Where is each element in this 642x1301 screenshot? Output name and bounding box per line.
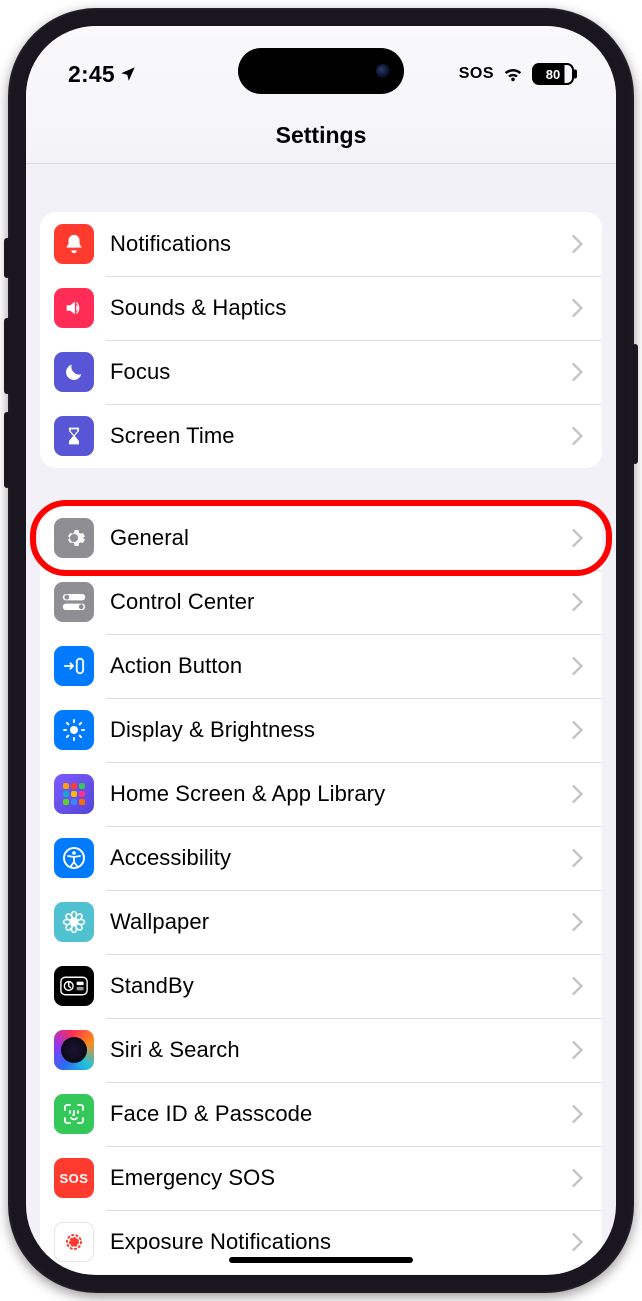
volume-up-button [4, 318, 10, 394]
row-label: Control Center [110, 589, 572, 615]
status-right: SOS 80 [459, 63, 574, 85]
row-focus[interactable]: Focus [40, 340, 602, 404]
dynamic-island [238, 48, 404, 94]
settings-group-2: General Control Center Action Button [40, 506, 602, 1274]
chevron-right-icon [572, 849, 584, 867]
row-label: Screen Time [110, 423, 572, 449]
chevron-right-icon [572, 299, 584, 317]
chevron-right-icon [572, 529, 584, 547]
sos-indicator: SOS [459, 65, 494, 83]
row-standby[interactable]: StandBy [40, 954, 602, 1018]
row-label: Display & Brightness [110, 717, 572, 743]
sos-icon: SOS [54, 1158, 94, 1198]
row-notifications[interactable]: Notifications [40, 212, 602, 276]
row-general[interactable]: General [40, 506, 602, 570]
home-indicator[interactable] [229, 1257, 413, 1263]
row-siri[interactable]: Siri & Search [40, 1018, 602, 1082]
battery-level: 80 [546, 67, 560, 82]
status-time: 2:45 [68, 61, 115, 88]
gear-icon [54, 518, 94, 558]
row-label: Notifications [110, 231, 572, 257]
chevron-right-icon [572, 235, 584, 253]
standby-icon [54, 966, 94, 1006]
bell-icon [54, 224, 94, 264]
row-home-screen[interactable]: Home Screen & App Library [40, 762, 602, 826]
accessibility-icon [54, 838, 94, 878]
row-label: Focus [110, 359, 572, 385]
wifi-icon [502, 65, 524, 83]
row-label: Accessibility [110, 845, 572, 871]
row-label: Siri & Search [110, 1037, 572, 1063]
row-action-button[interactable]: Action Button [40, 634, 602, 698]
sun-icon [54, 710, 94, 750]
siri-icon [54, 1030, 94, 1070]
chevron-right-icon [572, 657, 584, 675]
settings-content[interactable]: Notifications Sounds & Haptics Focus [26, 164, 616, 1275]
row-sounds[interactable]: Sounds & Haptics [40, 276, 602, 340]
chevron-right-icon [572, 427, 584, 445]
chevron-right-icon [572, 785, 584, 803]
settings-group-1: Notifications Sounds & Haptics Focus [40, 212, 602, 468]
row-label: Home Screen & App Library [110, 781, 572, 807]
power-button [632, 344, 638, 464]
mute-switch [4, 238, 10, 278]
hourglass-icon [54, 416, 94, 456]
moon-icon [54, 352, 94, 392]
row-label: Sounds & Haptics [110, 295, 572, 321]
row-accessibility[interactable]: Accessibility [40, 826, 602, 890]
row-emergency[interactable]: SOS Emergency SOS [40, 1146, 602, 1210]
row-label: Emergency SOS [110, 1165, 572, 1191]
chevron-right-icon [572, 977, 584, 995]
chevron-right-icon [572, 1233, 584, 1251]
chevron-right-icon [572, 363, 584, 381]
device-frame: 2:45 SOS 80 Settings Notifi [8, 8, 634, 1293]
speaker-icon [54, 288, 94, 328]
chevron-right-icon [572, 1105, 584, 1123]
volume-down-button [4, 412, 10, 488]
row-label: Exposure Notifications [110, 1229, 572, 1255]
row-control-center[interactable]: Control Center [40, 570, 602, 634]
grid-icon [54, 774, 94, 814]
action-icon [54, 646, 94, 686]
battery-indicator: 80 [532, 63, 574, 85]
chevron-right-icon [572, 721, 584, 739]
row-label: Wallpaper [110, 909, 572, 935]
row-screentime[interactable]: Screen Time [40, 404, 602, 468]
flower-icon [54, 902, 94, 942]
chevron-right-icon [572, 1041, 584, 1059]
exposure-icon [54, 1222, 94, 1262]
screen: 2:45 SOS 80 Settings Notifi [26, 26, 616, 1275]
switches-icon [54, 582, 94, 622]
status-left: 2:45 [68, 61, 137, 88]
row-label: StandBy [110, 973, 572, 999]
row-display[interactable]: Display & Brightness [40, 698, 602, 762]
row-wallpaper[interactable]: Wallpaper [40, 890, 602, 954]
row-faceid[interactable]: Face ID & Passcode [40, 1082, 602, 1146]
row-exposure[interactable]: Exposure Notifications [40, 1210, 602, 1274]
location-icon [119, 65, 137, 83]
chevron-right-icon [572, 913, 584, 931]
faceid-icon [54, 1094, 94, 1134]
chevron-right-icon [572, 593, 584, 611]
row-label: Face ID & Passcode [110, 1101, 572, 1127]
row-label: Action Button [110, 653, 572, 679]
row-label: General [110, 525, 572, 551]
chevron-right-icon [572, 1169, 584, 1187]
